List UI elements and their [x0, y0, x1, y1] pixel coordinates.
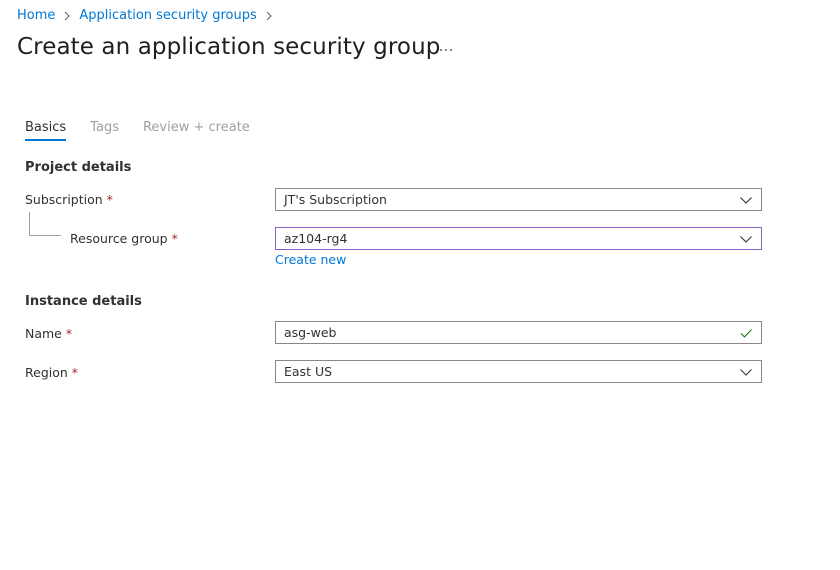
tab-tags[interactable]: Tags [90, 120, 119, 141]
region-label-text: Region [25, 365, 68, 380]
checkmark-icon [740, 328, 752, 338]
wizard-tabs: Basics Tags Review + create [25, 120, 274, 141]
region-label: Region * [25, 365, 78, 380]
required-marker: * [65, 326, 73, 341]
region-dropdown[interactable]: East US [275, 360, 762, 383]
project-details-heading: Project details [25, 160, 132, 175]
tab-basics[interactable]: Basics [25, 120, 67, 141]
more-horizontal-icon[interactable] [437, 40, 455, 58]
create-new-resource-group-link[interactable]: Create new [275, 252, 346, 267]
tree-connector-horizontal [29, 235, 61, 236]
chevron-down-icon [740, 196, 752, 204]
required-marker: * [171, 231, 178, 246]
page-title: Create an application security group [17, 34, 441, 60]
name-label-text: Name [25, 326, 62, 341]
required-marker: * [71, 365, 79, 380]
name-value: asg-web [284, 325, 337, 340]
subscription-value: JT's Subscription [284, 192, 387, 207]
breadcrumb-home[interactable]: Home [17, 8, 55, 23]
chevron-right-icon [65, 11, 71, 20]
name-label: Name * [25, 326, 72, 341]
resource-group-label-text: Resource group [70, 231, 168, 246]
chevron-down-icon [740, 235, 752, 243]
name-input[interactable]: asg-web [275, 321, 762, 344]
resource-group-value: az104-rg4 [284, 231, 348, 246]
chevron-down-icon [740, 368, 752, 376]
breadcrumb-application-security-groups[interactable]: Application security groups [79, 8, 256, 23]
resource-group-dropdown[interactable]: az104-rg4 [275, 227, 762, 250]
resource-group-label: Resource group * [70, 231, 178, 246]
tab-review-create[interactable]: Review + create [143, 120, 250, 141]
tree-connector-vertical [29, 212, 30, 235]
subscription-label-text: Subscription [25, 192, 103, 207]
subscription-dropdown[interactable]: JT's Subscription [275, 188, 762, 211]
breadcrumb: Home Application security groups [17, 8, 281, 23]
region-value: East US [284, 364, 333, 379]
required-marker: * [106, 192, 113, 207]
subscription-label: Subscription * [25, 192, 113, 207]
chevron-right-icon [266, 11, 272, 20]
instance-details-heading: Instance details [25, 294, 142, 309]
